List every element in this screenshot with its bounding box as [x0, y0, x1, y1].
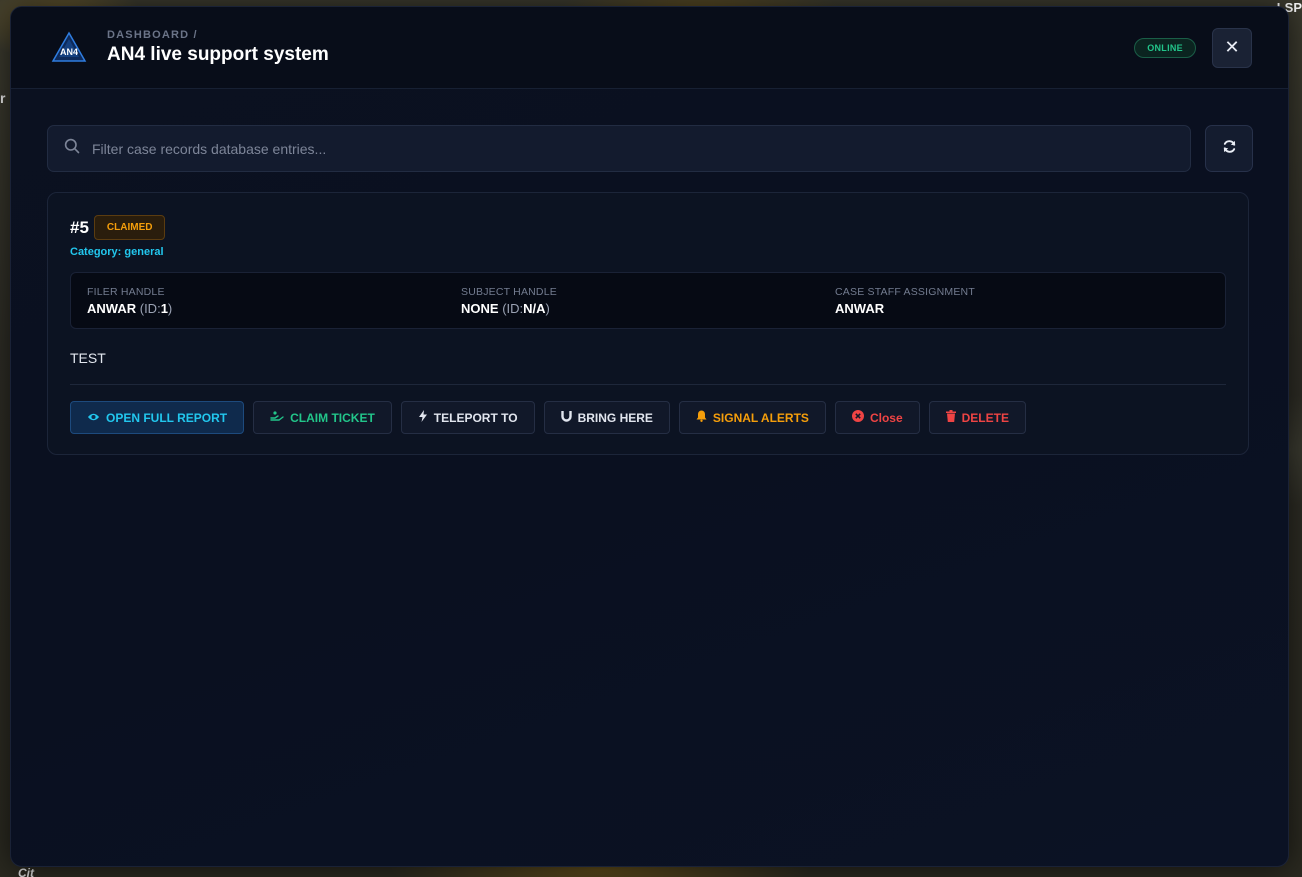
refresh-button[interactable] — [1205, 125, 1253, 172]
ticket-header: #5 CLAIMED — [70, 215, 1226, 240]
ticket-category: Category: general — [70, 246, 1226, 258]
search-row — [47, 125, 1253, 172]
bring-here-label: BRING HERE — [577, 410, 653, 425]
bring-here-button[interactable]: BRING HERE — [543, 401, 670, 434]
delete-ticket-button[interactable]: DELETE — [928, 401, 1026, 434]
subject-id: N/A — [523, 301, 546, 316]
staff-label: CASE STAFF ASSIGNMENT — [835, 286, 975, 298]
subject-name: NONE — [461, 301, 499, 316]
signal-alerts-label: SIGNAL ALERTS — [712, 410, 809, 425]
close-modal-button[interactable]: ✕ — [1212, 27, 1252, 68]
category-prefix: Category: — [70, 246, 122, 258]
filer-label: FILER HANDLE — [87, 286, 165, 298]
filer-id-suffix: ) — [167, 301, 173, 316]
support-modal: AN4 DASHBOARD / AN4 live support system … — [10, 6, 1289, 867]
background-text-bottom: Cit — [18, 866, 34, 877]
refresh-icon — [1222, 139, 1237, 159]
signal-alerts-button[interactable]: SIGNAL ALERTS — [678, 401, 826, 434]
filer-name: ANWAR — [87, 301, 137, 316]
logo-text: AN4 — [60, 47, 78, 57]
claim-ticket-label: CLAIM TICKET — [290, 410, 375, 425]
bolt-icon — [418, 410, 428, 425]
trash-icon — [945, 410, 956, 425]
subject-label: SUBJECT HANDLE — [461, 286, 557, 298]
filer-column: FILER HANDLE ANWAR (ID:1) — [87, 286, 461, 328]
staff-value: ANWAR — [835, 301, 885, 316]
search-input[interactable] — [92, 140, 1190, 157]
ticket-card: #5 CLAIMED Category: general FILER HANDL… — [47, 192, 1249, 455]
close-ticket-button[interactable]: Close — [834, 401, 920, 434]
close-icon: ✕ — [1224, 37, 1240, 57]
filer-id: 1 — [160, 301, 168, 316]
modal-header: AN4 DASHBOARD / AN4 live support system … — [11, 7, 1288, 89]
ticket-id: #5 — [70, 217, 89, 237]
background-text-left: r — [0, 90, 6, 106]
search-box — [47, 125, 1191, 172]
card-divider — [70, 384, 1226, 385]
magnet-icon — [560, 410, 572, 425]
subject-value: NONE (ID:N/A) — [461, 301, 835, 316]
page-title: AN4 live support system — [107, 44, 329, 65]
open-full-report-label: OPEN FULL REPORT — [106, 410, 228, 425]
ticket-status-badge: CLAIMED — [93, 215, 166, 240]
claim-ticket-button[interactable]: CLAIM TICKET — [253, 401, 392, 434]
staff-column: CASE STAFF ASSIGNMENT ANWAR — [835, 286, 1209, 328]
subject-column: SUBJECT HANDLE NONE (ID:N/A) — [461, 286, 835, 328]
header-titles: DASHBOARD / AN4 live support system — [107, 29, 1134, 66]
ticket-description: TEST — [70, 350, 106, 366]
close-ticket-label: Close — [869, 410, 903, 425]
subject-id-suffix: ) — [545, 301, 550, 316]
eye-icon — [87, 411, 100, 425]
an4-logo: AN4 — [51, 30, 87, 66]
hand-icon — [270, 410, 284, 425]
filer-id-prefix: (ID: — [139, 301, 161, 316]
category-value: general — [124, 246, 164, 258]
status-badge: ONLINE — [1134, 37, 1196, 58]
teleport-to-label: TELEPORT TO — [433, 410, 518, 425]
subject-id-prefix: (ID: — [502, 301, 524, 316]
ticket-actions: OPEN FULL REPORT CLAIM TICKET TELEPORT T… — [70, 401, 1226, 434]
open-full-report-button[interactable]: OPEN FULL REPORT — [70, 401, 245, 434]
search-icon — [64, 138, 80, 159]
teleport-to-button[interactable]: TELEPORT TO — [400, 401, 535, 434]
bell-icon — [696, 410, 707, 425]
x-circle-icon — [851, 410, 864, 425]
delete-ticket-label: DELETE — [961, 410, 1009, 425]
ticket-info-box: FILER HANDLE ANWAR (ID:1) SUBJECT HANDLE… — [70, 272, 1226, 329]
breadcrumb[interactable]: DASHBOARD / — [107, 29, 1134, 41]
filer-value: ANWAR (ID:1) — [87, 301, 461, 316]
